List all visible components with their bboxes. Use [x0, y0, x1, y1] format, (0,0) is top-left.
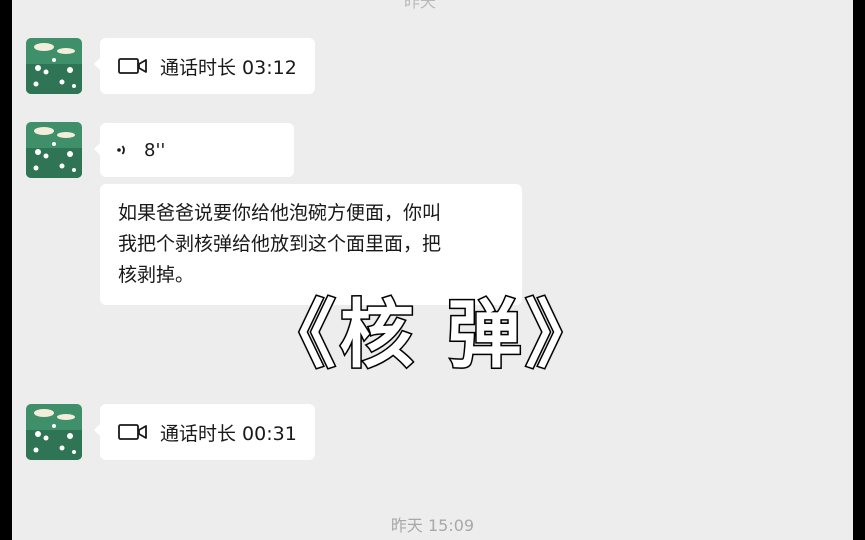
call-duration-text: 通话时长 00:31 — [160, 422, 297, 445]
message-timestamp: 昨天 15:09 — [390, 516, 475, 535]
contact-avatar[interactable] — [26, 404, 82, 460]
call-duration-text: 通话时长 03:12 — [160, 56, 297, 79]
chat-window: 昨天 通话时长 03:12 8'' 如果爸爸说要你给他泡碗方便面，你叫 我把个剥… — [12, 0, 853, 540]
contact-avatar[interactable] — [26, 122, 82, 178]
message-line: 如果爸爸说要你给他泡碗方便面，你叫 — [118, 202, 442, 224]
text-message-bubble[interactable]: 如果爸爸说要你给他泡碗方便面，你叫 我把个剥核弹给他放到这个面里面，把 核剥掉。 — [100, 184, 522, 305]
avatar-image — [26, 404, 82, 460]
video-camera-icon — [118, 423, 148, 441]
voice-duration: 8'' — [144, 139, 166, 161]
video-camera-icon — [118, 57, 148, 75]
avatar-image — [26, 38, 82, 94]
voice-message-bubble[interactable]: 8'' — [94, 123, 294, 177]
message-line: 核剥掉。 — [118, 264, 195, 286]
contact-avatar[interactable] — [26, 38, 82, 94]
video-title-overlay: 《核 弹》 — [260, 292, 604, 378]
call-message-bubble[interactable]: 通话时长 03:12 — [94, 38, 315, 94]
message-line: 我把个剥核弹给他放到这个面里面，把 — [118, 233, 442, 255]
partial-timestamp: 昨天 — [404, 0, 437, 11]
avatar-image — [26, 122, 82, 178]
voice-wave-icon — [116, 142, 130, 158]
call-message-bubble[interactable]: 通话时长 00:31 — [94, 404, 315, 460]
